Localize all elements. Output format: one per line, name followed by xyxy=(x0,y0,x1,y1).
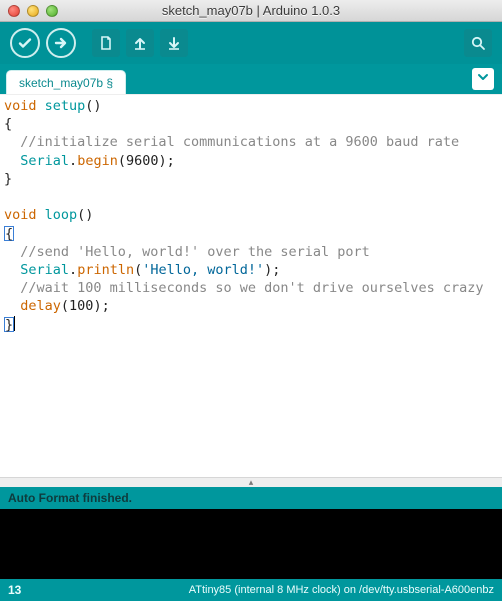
code-token: ( xyxy=(134,262,142,278)
code-token: void xyxy=(4,207,37,223)
code-token: ) xyxy=(158,153,166,169)
code-token: Serial xyxy=(20,262,69,278)
code-token: { xyxy=(5,226,13,242)
verify-button[interactable] xyxy=(10,28,40,58)
code-token: ( xyxy=(118,153,126,169)
code-token: void xyxy=(4,98,37,114)
code-comment: //send 'Hello, world!' over the serial p… xyxy=(20,244,370,260)
code-token: } xyxy=(5,317,13,333)
check-icon xyxy=(17,35,33,51)
arrow-up-icon xyxy=(132,35,148,51)
code-token: ) xyxy=(93,298,101,314)
toolbar xyxy=(0,22,502,64)
code-token: Serial xyxy=(20,153,69,169)
tab-label: sketch_may07b § xyxy=(19,76,113,90)
code-token: () xyxy=(85,98,101,114)
code-token: begin xyxy=(77,153,118,169)
code-token: ; xyxy=(167,153,175,169)
window-title: sketch_may07b | Arduino 1.0.3 xyxy=(0,3,502,18)
arrow-right-icon xyxy=(53,35,69,51)
bracket-match-highlight: } xyxy=(4,317,14,332)
arrow-down-icon xyxy=(166,35,182,51)
file-icon xyxy=(98,35,114,51)
tab-sketch[interactable]: sketch_may07b § xyxy=(6,70,126,94)
magnifier-icon xyxy=(470,35,486,51)
titlebar: sketch_may07b | Arduino 1.0.3 xyxy=(0,0,502,22)
code-comment: //wait 100 milliseconds so we don't driv… xyxy=(20,280,483,296)
close-window-button[interactable] xyxy=(8,5,20,17)
code-token: 100 xyxy=(69,298,93,314)
code-token: . xyxy=(69,262,77,278)
code-token: delay xyxy=(20,298,61,314)
status-message: Auto Format finished. xyxy=(8,491,132,505)
tab-menu-button[interactable] xyxy=(472,68,494,90)
code-token: println xyxy=(77,262,134,278)
code-token: () xyxy=(77,207,93,223)
chevron-down-icon xyxy=(477,70,489,88)
code-token: . xyxy=(69,153,77,169)
window-controls xyxy=(8,5,58,17)
line-number-indicator: 13 xyxy=(8,583,21,597)
zoom-window-button[interactable] xyxy=(46,5,58,17)
upload-button[interactable] xyxy=(46,28,76,58)
footer-bar: 13 ATtiny85 (internal 8 MHz clock) on /d… xyxy=(0,579,502,601)
code-token: 9600 xyxy=(126,153,159,169)
tab-bar: sketch_may07b § xyxy=(0,64,502,94)
code-editor[interactable]: void setup() { //initialize serial commu… xyxy=(0,94,502,477)
save-sketch-button[interactable] xyxy=(160,29,188,57)
code-comment: //initialize serial communications at a … xyxy=(20,134,459,150)
code-token: } xyxy=(4,171,12,187)
code-token: loop xyxy=(45,207,78,223)
serial-monitor-button[interactable] xyxy=(464,29,492,57)
code-token: ( xyxy=(61,298,69,314)
board-port-indicator: ATtiny85 (internal 8 MHz clock) on /dev/… xyxy=(189,584,494,596)
open-sketch-button[interactable] xyxy=(126,29,154,57)
code-token: { xyxy=(4,116,12,132)
code-string: 'Hello, world!' xyxy=(142,262,264,278)
status-bar: Auto Format finished. xyxy=(0,487,502,509)
bracket-match-highlight: { xyxy=(4,226,14,241)
code-token: ; xyxy=(272,262,280,278)
code-token: setup xyxy=(45,98,86,114)
splitter-handle[interactable]: ▴ xyxy=(0,477,502,487)
new-sketch-button[interactable] xyxy=(92,29,120,57)
output-console[interactable] xyxy=(0,509,502,579)
minimize-window-button[interactable] xyxy=(27,5,39,17)
code-token: ; xyxy=(102,298,110,314)
text-caret xyxy=(14,316,15,331)
